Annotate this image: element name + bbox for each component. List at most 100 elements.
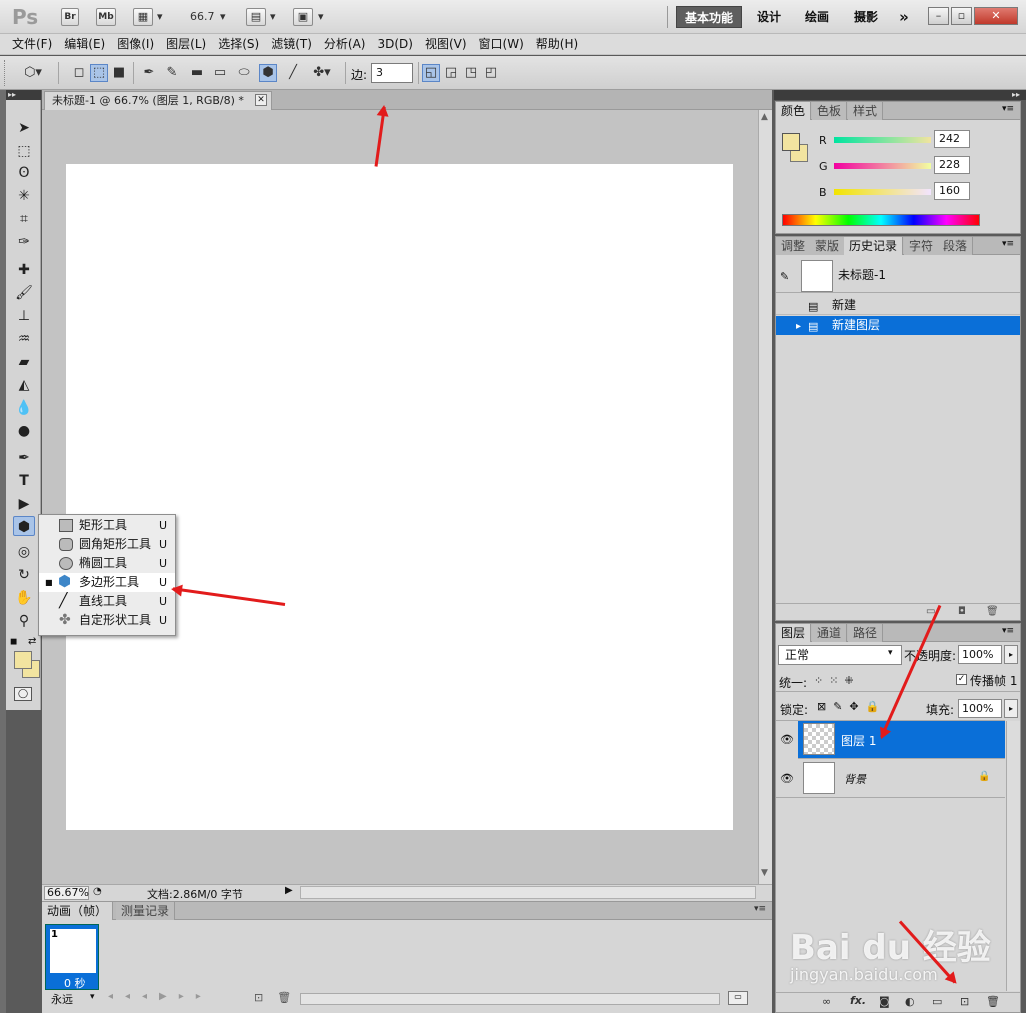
lock-icons[interactable]: ⊠✎✥🔒 [817,700,886,713]
menu-layer[interactable]: 图层(L) [160,34,212,54]
subtract-shape-area-icon[interactable]: ◲ [442,64,460,82]
tab-measurement-log[interactable]: 测量记录 [116,902,176,920]
tab-paragraph[interactable]: 段落 [938,237,974,255]
chevron-down-icon[interactable]: ▾ [90,992,95,1002]
magic-wand-icon[interactable]: ✳ [13,186,35,206]
pen-tool-icon[interactable]: ✒ [13,448,35,468]
paths-icon[interactable]: ⬚ [90,64,108,82]
unify-icons[interactable]: ⁘⁙⁜ [814,674,860,687]
fill-input[interactable]: 100% [958,699,1002,718]
close-tab-icon[interactable]: ✕ [255,94,267,106]
pen-tool-icon[interactable]: ✒ [140,64,158,82]
playback-controls-icon[interactable]: ◂◂◂▶▸▸ [108,991,213,1002]
menu-help[interactable]: 帮助(H) [530,34,584,54]
marquee-tool-icon[interactable]: ⬚ [13,141,35,161]
foreground-color-swatch[interactable] [782,133,800,151]
arrange-documents-icon[interactable]: ▤ [246,8,266,26]
red-slider[interactable] [834,137,931,143]
line-icon[interactable]: ╱ [284,64,302,82]
scroll-up-icon[interactable]: ▲ [761,112,768,122]
tab-adjustments[interactable]: 调整 [776,237,812,255]
menu-3d[interactable]: 3D(D) [371,34,418,54]
add-to-shape-area-icon[interactable]: ◱ [422,64,440,82]
flyout-item-rounded-rectangle[interactable]: 圆角矩形工具 U [39,535,175,554]
brush-tool-icon[interactable]: 🖌 [13,283,35,303]
green-value[interactable]: 228 [934,156,970,174]
workspace-photography[interactable]: 摄影 [848,6,884,28]
ellipse-icon[interactable]: ⬭ [235,64,253,82]
layers-scrollbar[interactable] [1006,721,1020,991]
type-tool-icon[interactable]: T [13,471,35,491]
layer-name[interactable]: 图层 1 [841,732,876,749]
screen-mode-icon[interactable]: ▣ [293,8,313,26]
chevron-down-icon[interactable]: ▾ [318,10,324,23]
intersect-shape-area-icon[interactable]: ◳ [462,64,480,82]
quick-mask-icon[interactable]: ◯ [14,687,32,701]
tab-color[interactable]: 颜色 [776,102,812,120]
flyout-item-ellipse[interactable]: 椭圆工具 U [39,554,175,573]
blend-mode-select[interactable]: 正常 [778,645,902,665]
tool-preset-picker-icon[interactable]: ⬡▾ [20,64,46,82]
more-workspaces-icon[interactable]: » [892,6,916,28]
menu-edit[interactable]: 编辑(E) [58,34,111,54]
dock-collapse-icon[interactable]: ▸▸ [774,90,1026,100]
menu-filter[interactable]: 滤镜(T) [265,34,318,54]
color-spectrum-bar[interactable] [782,214,980,226]
tab-channels[interactable]: 通道 [812,624,848,642]
eye-icon[interactable]: 👁 [776,760,798,798]
fill-arrow-icon[interactable]: ▸ [1004,699,1018,718]
trash-icon[interactable]: 🗑 [986,995,1000,1008]
close-icon[interactable]: ✕ [974,7,1018,25]
history-brush-source-icon[interactable]: ✎ [780,267,789,286]
default-colors-icon[interactable]: ◼ [10,637,17,647]
rounded-rectangle-icon[interactable]: ▭ [211,64,229,82]
maximize-icon[interactable]: ▫ [951,7,972,25]
history-snapshot[interactable]: ✎ 未标题-1 [776,259,1020,293]
workspace-painting[interactable]: 绘画 [800,6,834,28]
layer-row-selected[interactable]: 👁 图层 1 [776,721,1005,759]
frames-scrollbar[interactable] [300,993,720,1005]
tab-history[interactable]: 历史记录 [844,237,904,255]
3d-rotate-icon[interactable]: ◎ [13,542,35,562]
menu-select[interactable]: 选择(S) [212,34,265,54]
move-tool-icon[interactable]: ➤ [13,118,35,138]
tab-masks[interactable]: 蒙版 [810,237,846,255]
tab-layers[interactable]: 图层 [776,624,812,642]
horizontal-scrollbar[interactable] [300,886,756,899]
flyout-item-line[interactable]: ╱ 直线工具 U [39,592,175,611]
red-value[interactable]: 242 [934,130,970,148]
animation-frame[interactable]: 1 0 秒 [45,924,99,990]
flyout-item-rectangle[interactable]: 矩形工具 U [39,516,175,535]
blue-value[interactable]: 160 [934,182,970,200]
panel-menu-icon[interactable]: ▾≡ [1002,104,1014,114]
tab-character[interactable]: 字符 [904,237,940,255]
grip-handle[interactable] [4,60,7,86]
foreground-color-swatch[interactable] [14,651,32,669]
bridge-button[interactable]: Br [61,8,79,26]
tab-swatches[interactable]: 色板 [812,102,848,120]
propagate-frame-checkbox[interactable]: ✓ [956,674,967,685]
flyout-item-polygon[interactable]: ■ ⬢ 多边形工具 U [39,573,175,592]
chevron-down-icon[interactable]: ▾ [157,10,163,23]
crop-tool-icon[interactable]: ⌗ [13,209,35,229]
chevron-down-icon[interactable]: ▾ [270,10,276,23]
shape-layers-icon[interactable]: ◻ [70,64,88,82]
tab-styles[interactable]: 样式 [848,102,884,120]
add-mask-icon[interactable]: ◙ [879,995,890,1008]
polygon-tool-icon[interactable]: ⬢ [13,516,35,536]
convert-timeline-icon[interactable]: ▭ [728,991,748,1005]
minimize-icon[interactable]: – [928,7,949,25]
dodge-tool-icon[interactable]: ● [13,421,35,441]
eraser-icon[interactable]: ▰ [13,352,35,372]
blue-slider[interactable] [834,189,931,195]
opacity-input[interactable]: 100% [958,645,1002,664]
menu-image[interactable]: 图像(I) [111,34,160,54]
vertical-scrollbar[interactable]: ▲ ▼ [758,110,772,884]
history-state-selected[interactable]: ▸ ▤ 新建图层 [776,316,1020,335]
panel-collapse-icon[interactable]: ▸▸ [6,90,41,100]
menu-window[interactable]: 窗口(W) [473,34,530,54]
flyout-item-custom-shape[interactable]: ✤ 自定形状工具 U [39,611,175,630]
new-group-icon[interactable]: ▭ [932,995,942,1008]
workspace-design[interactable]: 设计 [752,6,786,28]
menu-analysis[interactable]: 分析(A) [318,34,372,54]
